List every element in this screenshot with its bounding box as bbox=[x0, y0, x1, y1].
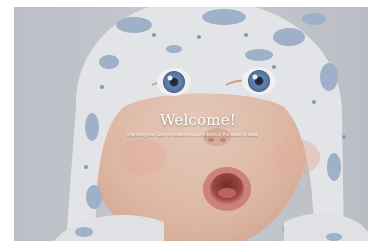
hero-text-block: Welcome! Improving the Care of Newborns … bbox=[14, 111, 368, 137]
hero-subtitle: Improving the Care of Newborns and Infan… bbox=[126, 132, 258, 137]
page: Welcome! Improving the Care of Newborns … bbox=[0, 0, 386, 245]
hero-banner: Welcome! Improving the Care of Newborns … bbox=[14, 7, 368, 241]
hero-title: Welcome! bbox=[159, 111, 237, 129]
